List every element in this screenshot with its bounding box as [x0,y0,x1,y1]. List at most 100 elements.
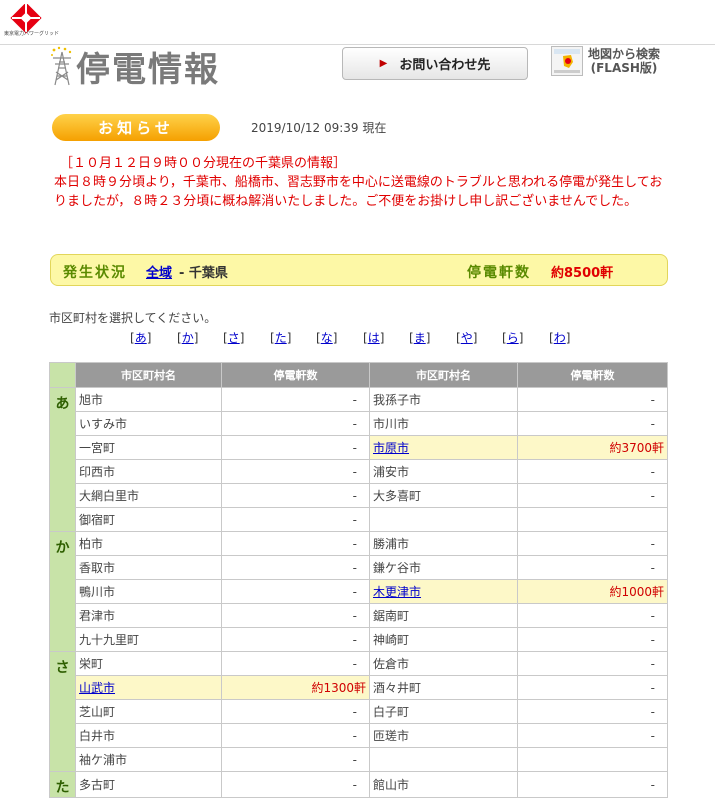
outage-count-cell: - [221,747,370,772]
kana-index-link[interactable]: な [321,331,333,345]
outage-count-cell: - [517,723,668,748]
table-row: 君津市 - 鋸南町 - [50,603,668,628]
outage-count-cell: - [517,531,668,556]
city-name-cell: 香取市 [75,555,222,580]
kana-index-link[interactable]: た [275,331,287,345]
outage-count-cell: - [221,387,370,412]
kana-index-link[interactable]: あ [135,331,147,345]
outage-status-box: 発生状況 全域 - 千葉県 停電軒数 約8500軒 [50,254,668,286]
bracket-close: ] [425,331,431,345]
table-row: あ旭市 - 我孫子市 - [49,387,668,532]
city-name-cell: 酒々井町 [369,675,518,700]
kana-group-label: あ [49,387,76,532]
map-search-line1: 地図から検索 [588,47,661,61]
city-link[interactable]: 木更津市 [373,585,421,599]
municipality-table: 市区町村名 停電軒数 市区町村名 停電軒数 あ旭市 - 我孫子市 - いすみ市 - 市川市 -… [49,362,668,798]
table-row: 九十九里町 - 神崎町 - [50,627,668,652]
page-title: 停電情報 [50,46,220,90]
outage-count-cell: - [221,771,370,798]
notice-badge: お知らせ [52,114,220,141]
kana-index-item: [あ] [130,329,151,346]
table-row: いすみ市 - 市川市 - [50,411,668,436]
area-all-link[interactable]: 全域 [146,262,172,281]
outage-count-cell: - [221,531,370,556]
header-corner [49,362,76,388]
city-name-cell: 柏市 [75,531,222,556]
notice-message: ［１０月１２日９時００分現在の千葉県の情報］ 本日８時９分頃より，千葉市、船橋市… [54,154,674,211]
city-name-cell: 白井市 [75,723,222,748]
city-name-cell: 芝山町 [75,699,222,724]
col-header-count: 停電軒数 [517,362,668,388]
kana-index-link[interactable]: さ [228,331,240,345]
city-link[interactable]: 山武市 [79,681,115,695]
table-row: さ栄町 - 佐倉市 - [49,651,668,772]
page-title-text: 停電情報 [76,49,220,90]
col-header-city: 市区町村名 [75,362,222,388]
pylon-icon [51,46,72,86]
outage-count-cell: - [221,603,370,628]
logo-text: 東京電力パワーグリッド [4,31,60,37]
kana-group-label: た [49,771,76,798]
outage-count-cell: - [517,627,668,652]
outage-count-cell: - [221,483,370,508]
city-name-cell: 一宮町 [75,435,222,460]
arrow-right-icon: ▶ [379,58,388,69]
kana-index-item: [わ] [549,329,570,346]
table-row: 一宮町 - 市原市 約3700軒 [50,435,668,460]
kana-group-label: か [49,531,76,652]
city-name-cell: 旭市 [75,387,222,412]
kana-index-link[interactable]: ま [414,331,426,345]
city-name-cell: 館山市 [369,771,518,798]
city-name-cell: 大多喜町 [369,483,518,508]
city-name-cell: 大網白里市 [75,483,222,508]
city-name-cell: 君津市 [75,603,222,628]
city-name-cell: 鎌ケ谷市 [369,555,518,580]
bracket-close: ] [193,331,199,345]
table-row: 芝山町 - 白子町 - [50,699,668,724]
city-name-cell: 神崎町 [369,627,518,652]
kana-index-item: [た] [270,329,291,346]
outage-count-cell: - [517,651,668,676]
city-name-cell: 白子町 [369,699,518,724]
kana-index-link[interactable]: や [461,331,473,345]
city-name-cell: 木更津市 [369,579,518,604]
kana-index-item: [な] [316,329,337,346]
select-prompt: 市区町村を選択してください。 [49,311,217,325]
kana-index-link[interactable]: わ [554,331,566,345]
table-row: 大網白里市 - 大多喜町 - [50,483,668,508]
outage-count-cell: 約3700軒 [517,435,668,460]
outage-count-cell: - [517,699,668,724]
map-search-label: 地図から検索 (FLASH版) [588,47,660,75]
table-row: 袖ケ浦市 - [50,747,668,772]
outage-count-cell: - [221,627,370,652]
table-row: 御宿町 - [50,507,668,532]
city-name-cell: 匝瑳市 [369,723,518,748]
outage-count-cell: 約1300軒 [221,675,370,700]
city-name-cell: 市川市 [369,411,518,436]
city-name-cell [369,507,518,532]
kana-index-link[interactable]: は [368,331,380,345]
kana-index-item: [や] [456,329,477,346]
table-row: 鴨川市 - 木更津市 約1000軒 [50,579,668,604]
outage-count-cell [517,747,668,772]
kana-index-link[interactable]: ら [507,331,519,345]
city-name-cell [369,747,518,772]
table-row: 香取市 - 鎌ケ谷市 - [50,555,668,580]
city-name-cell: 多古町 [75,771,222,798]
bracket-close: ] [239,331,245,345]
outage-count-cell: - [517,459,668,484]
outage-count-cell: - [221,435,370,460]
status-label: 発生状況 [63,265,127,281]
outage-count-cell: - [517,771,668,798]
bracket-close: ] [565,331,571,345]
contact-button[interactable]: ▶ お問い合わせ先 [342,47,528,80]
kana-index-link[interactable]: か [182,331,194,345]
outage-count-cell: - [221,723,370,748]
city-name-cell: 袖ケ浦市 [75,747,222,772]
outage-count-cell: - [517,603,668,628]
contact-button-label: お問い合わせ先 [399,58,491,73]
kana-index-item: [か] [177,329,198,346]
city-link[interactable]: 市原市 [373,441,409,455]
notice-headline: ［１０月１２日９時００分現在の千葉県の情報］ [60,156,347,171]
map-search-link[interactable]: 地図から検索 (FLASH版) [551,46,660,76]
